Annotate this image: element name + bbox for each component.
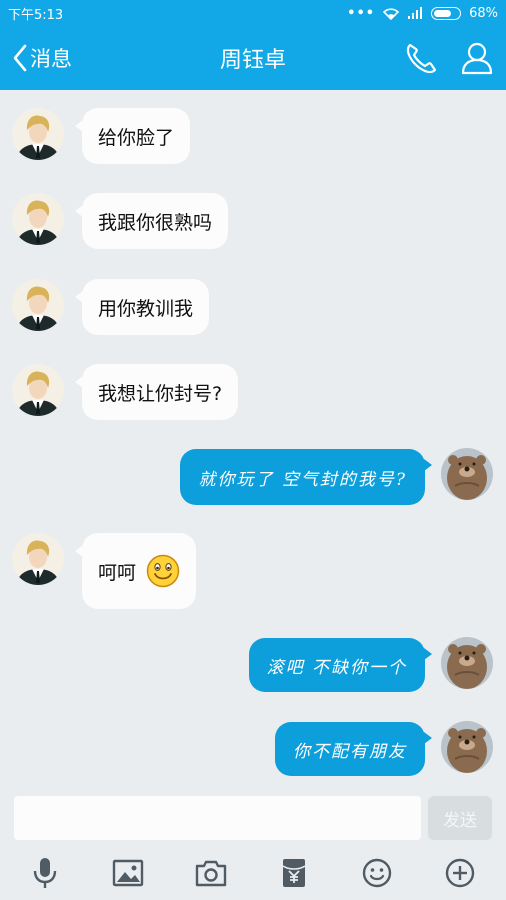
user-icon <box>461 42 493 75</box>
battery-icon <box>431 6 462 20</box>
message-text: 滚吧 不缺你一个 <box>266 657 407 678</box>
contact-avatar[interactable] <box>12 108 64 160</box>
message-text: 给你脸了 <box>98 126 175 149</box>
camera-button[interactable] <box>194 856 228 890</box>
call-button[interactable] <box>402 40 440 76</box>
message-bubble-outgoing[interactable]: 滚吧 不缺你一个 <box>248 638 433 692</box>
nav-bar: 消息 周钰卓 <box>0 26 506 90</box>
message-bubble-incoming[interactable]: 呵呵 <box>74 533 197 609</box>
status-bar: 下午5:13 ••• 68% <box>0 0 506 26</box>
contact-avatar[interactable] <box>12 279 64 331</box>
status-time: 下午5:13 <box>8 7 64 23</box>
message-text: 你不配有朋友 <box>293 741 407 762</box>
contact-avatar[interactable] <box>12 193 64 245</box>
message-text: 就你玩了 空气封的我号? <box>198 469 407 490</box>
signal-icon <box>408 7 423 19</box>
phone-icon <box>406 43 437 74</box>
message-bubble-incoming[interactable]: 用你教训我 <box>74 279 210 335</box>
bottom-toolbar <box>0 848 506 900</box>
emoji-icon <box>362 858 392 888</box>
camera-icon <box>195 860 227 887</box>
voice-button[interactable] <box>28 856 62 890</box>
message-bubble-outgoing[interactable]: 你不配有朋友 <box>275 722 432 776</box>
image-icon <box>112 859 144 887</box>
user-avatar[interactable] <box>441 637 493 689</box>
red-packet-icon <box>282 859 306 887</box>
plus-icon <box>445 858 475 888</box>
message-text: 我想让你封号? <box>98 382 223 405</box>
user-avatar[interactable] <box>441 448 493 500</box>
message-input[interactable] <box>14 796 421 840</box>
send-button[interactable]: 发送 <box>428 796 492 840</box>
smiley-icon <box>146 554 180 588</box>
red-packet-button[interactable] <box>277 856 311 890</box>
contact-avatar[interactable] <box>12 533 64 585</box>
message-bubble-incoming[interactable]: 我想让你封号? <box>74 364 239 420</box>
message-text: 用你教训我 <box>98 297 194 320</box>
message-text: 呵呵 <box>98 561 137 584</box>
wifi-icon <box>383 7 400 20</box>
contact-avatar[interactable] <box>12 364 64 416</box>
message-text: 我跟你很熟吗 <box>98 211 213 234</box>
more-button[interactable] <box>443 856 477 890</box>
message-bubble-incoming[interactable]: 给你脸了 <box>74 108 191 164</box>
photo-button[interactable] <box>111 856 145 890</box>
message-bubble-outgoing[interactable]: 就你玩了 空气封的我号? <box>180 449 432 505</box>
profile-button[interactable] <box>458 40 496 76</box>
microphone-icon <box>33 858 57 888</box>
user-avatar[interactable] <box>441 721 493 773</box>
message-bubble-incoming[interactable]: 我跟你很熟吗 <box>74 193 229 249</box>
chat-area[interactable]: 给你脸了 我跟你很熟吗 用你教训我 我想让你封号? 就你玩了 空气封的我号? 呵… <box>0 90 506 790</box>
more-dots: ••• <box>347 5 376 21</box>
emoji-button[interactable] <box>360 856 394 890</box>
battery-percent: 68% <box>469 5 498 21</box>
input-bar: 发送 <box>0 790 506 848</box>
